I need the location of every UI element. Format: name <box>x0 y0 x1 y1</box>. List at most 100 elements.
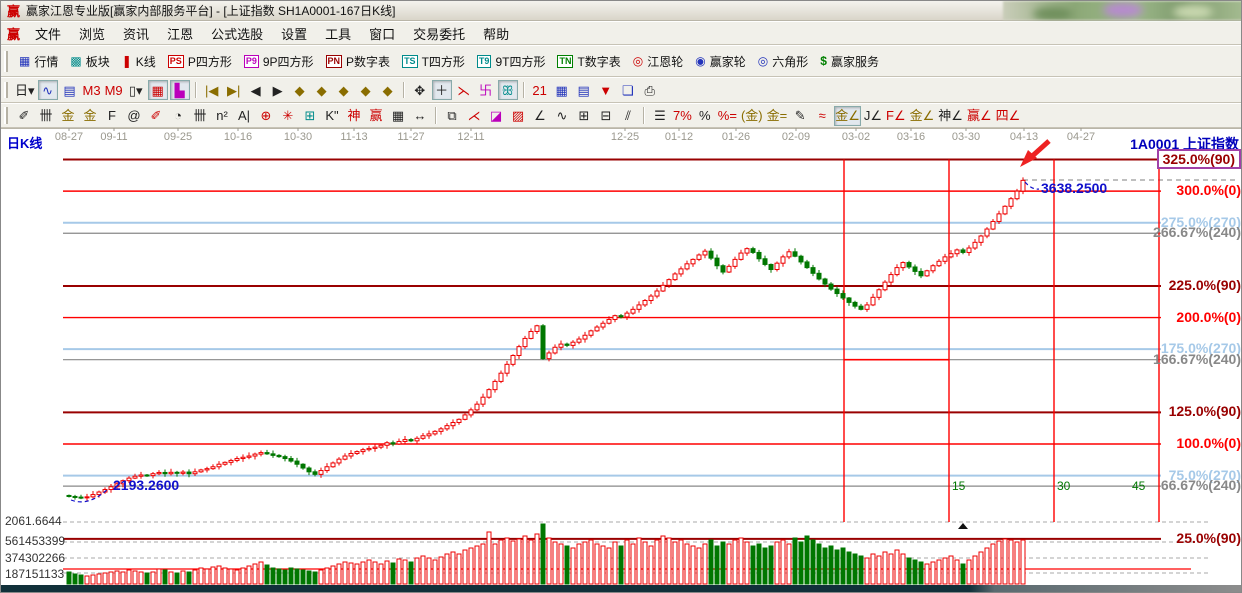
web-export-button[interactable]: ❏ <box>618 80 638 100</box>
jump-last-button[interactable]: ▶| <box>224 80 244 100</box>
spiral-tool[interactable]: @ <box>124 106 144 126</box>
pen-sword-tool[interactable]: ✎ <box>790 106 810 126</box>
percent-line-tool[interactable]: %= <box>717 106 738 126</box>
gann-circle-tool[interactable]: ⊕ <box>256 106 276 126</box>
shen-angle-tool[interactable]: 神∠ <box>937 106 964 126</box>
p-square-button[interactable]: PSP四方形 <box>162 50 238 73</box>
si-angle-tool[interactable]: 四∠ <box>995 106 1022 126</box>
gann-shape-button[interactable]: 卐 <box>476 80 496 100</box>
j-angle-tool[interactable]: J∠ <box>863 106 883 126</box>
menu-item-资讯[interactable]: 资讯 <box>114 22 158 45</box>
app-logo-icon-small: 赢 <box>7 24 20 43</box>
toolbar-grip[interactable] <box>4 51 8 72</box>
menu-item-文件[interactable]: 文件 <box>26 22 70 45</box>
f-angle-tool[interactable]: F∠ <box>885 106 907 126</box>
gold-angle-tool[interactable]: 金∠ <box>834 106 861 126</box>
ying-tool[interactable]: 赢 <box>366 106 386 126</box>
trendline-button[interactable]: ⋋ <box>454 80 474 100</box>
chart-area[interactable]: 日K线 1A0001 上证指数 2193.2600 3638.2500 08-2… <box>1 128 1242 585</box>
period-dropdown[interactable]: 日▾ <box>14 80 36 100</box>
expand-diagonal-button[interactable]: ◆ <box>356 80 376 100</box>
wave-3-button[interactable]: M3 <box>82 80 102 100</box>
quotes-button[interactable]: ▦行情 <box>13 50 64 73</box>
menu-item-帮助[interactable]: 帮助 <box>474 22 518 45</box>
k-quote-tool[interactable]: K" <box>322 106 342 126</box>
menu-item-工具[interactable]: 工具 <box>316 22 360 45</box>
gold-circle-tool[interactable]: (金) <box>740 106 764 126</box>
comb2-tool[interactable]: 卌 <box>190 106 210 126</box>
expand-left-button[interactable]: ◆ <box>290 80 310 100</box>
fan-grid-tool[interactable]: ▨ <box>508 106 528 126</box>
p-number-table-button[interactable]: PNP数字表 <box>320 50 397 73</box>
jump-first-button[interactable]: |◀ <box>202 80 222 100</box>
comb-tool[interactable]: 卌 <box>36 106 56 126</box>
notes-button[interactable]: ▤ <box>574 80 594 100</box>
angle-lines-tool[interactable]: ∠ <box>530 106 550 126</box>
calendar-button[interactable]: 21 <box>530 80 550 100</box>
grid-b-tool[interactable]: ⊟ <box>596 106 616 126</box>
ying-angle-tool[interactable]: 赢∠ <box>966 106 993 126</box>
zoom-wave-button[interactable]: ∿ <box>38 80 58 100</box>
gann-web-box-tool[interactable]: ⊞ <box>300 106 320 126</box>
shen-tool[interactable]: 神 <box>344 106 364 126</box>
expand-right-button[interactable]: ◆ <box>312 80 332 100</box>
crosshair-button[interactable]: ＋ <box>432 80 452 100</box>
harrow-tool[interactable]: ↔ <box>410 106 430 126</box>
slashes-tool[interactable]: ⫽ <box>618 106 638 126</box>
knife-tool[interactable]: ✐ <box>14 106 34 126</box>
menu-item-窗口[interactable]: 窗口 <box>360 22 404 45</box>
winner-wheel-button[interactable]: ◉赢家轮 <box>689 50 752 73</box>
menu-item-浏览[interactable]: 浏览 <box>70 22 114 45</box>
print-button[interactable]: ⎙ <box>640 80 660 100</box>
sectors-button[interactable]: ▩板块 <box>64 50 115 73</box>
box-cross-tool[interactable]: ⧉ <box>442 106 462 126</box>
gold-ruler2-tool[interactable]: 金 <box>80 106 100 126</box>
gold-angle2-tool[interactable]: 金∠ <box>909 106 936 126</box>
volume-profile-button[interactable]: ▙ <box>170 80 190 100</box>
9p-square-button[interactable]: P99P四方形 <box>238 50 320 73</box>
hexagon-button[interactable]: ◎六角形 <box>752 50 815 73</box>
menu-item-公式选股[interactable]: 公式选股 <box>202 22 272 45</box>
save-button[interactable]: ▼ <box>596 80 616 100</box>
percent7-tool[interactable]: 7% <box>672 106 693 126</box>
gann-web-tool[interactable]: ✳ <box>278 106 298 126</box>
candlestick-plot[interactable] <box>1 128 1242 585</box>
menu-item-交易委托[interactable]: 交易委托 <box>404 22 474 45</box>
gann-wheel-button[interactable]: ◎江恩轮 <box>627 50 690 73</box>
candle-style-dropdown[interactable]: ▯▾ <box>126 80 146 100</box>
page-prev-button[interactable]: ◀ <box>246 80 266 100</box>
9t-square-button[interactable]: T99T四方形 <box>471 50 552 73</box>
t-square-button[interactable]: TST四方形 <box>396 50 471 73</box>
gold-line-tool[interactable]: 金= <box>766 106 789 126</box>
f-ruler-tool[interactable]: F <box>102 106 122 126</box>
gold-ruler-tool[interactable]: 金 <box>58 106 78 126</box>
percent-tool[interactable]: % <box>695 106 715 126</box>
ruler-scale-tool[interactable]: ☰ <box>650 106 670 126</box>
grid123-tool[interactable]: ▦ <box>388 106 408 126</box>
fan-tool[interactable]: ⋌ <box>464 106 484 126</box>
menu-item-江恩[interactable]: 江恩 <box>158 22 202 45</box>
info-panel-button[interactable]: ▤ <box>60 80 80 100</box>
menu-item-设置[interactable]: 设置 <box>272 22 316 45</box>
fan-box-tool[interactable]: ◪ <box>486 106 506 126</box>
wave-a-tool[interactable]: ≈ <box>812 106 832 126</box>
wave-9-button[interactable]: M9 <box>104 80 124 100</box>
brain-button[interactable]: ꕥ <box>498 80 518 100</box>
grid-a-tool[interactable]: ⊞ <box>574 106 594 126</box>
gann-tool-button[interactable]: ▦ <box>148 80 168 100</box>
pan-hand-button[interactable]: ✥ <box>410 80 430 100</box>
winner-service-button[interactable]: $赢家服务 <box>814 50 885 73</box>
expand-all-button[interactable]: ◆ <box>378 80 398 100</box>
t-number-table-button[interactable]: TNT数字表 <box>551 50 626 73</box>
expand-horizontal-button[interactable]: ◆ <box>334 80 354 100</box>
n2-tool[interactable]: n² <box>212 106 232 126</box>
toolbar-grip[interactable] <box>4 107 8 123</box>
clock-tool[interactable]: ◔ <box>168 106 188 126</box>
toolbar-grip[interactable] <box>4 82 8 99</box>
mirror-tool[interactable]: A| <box>234 106 254 126</box>
calculator-button[interactable]: ▦ <box>552 80 572 100</box>
page-next-button[interactable]: ▶ <box>268 80 288 100</box>
kline-button[interactable]: ❚K线 <box>116 50 162 73</box>
zigzag-tool[interactable]: ∿ <box>552 106 572 126</box>
red-knife-tool[interactable]: ✐ <box>146 106 166 126</box>
